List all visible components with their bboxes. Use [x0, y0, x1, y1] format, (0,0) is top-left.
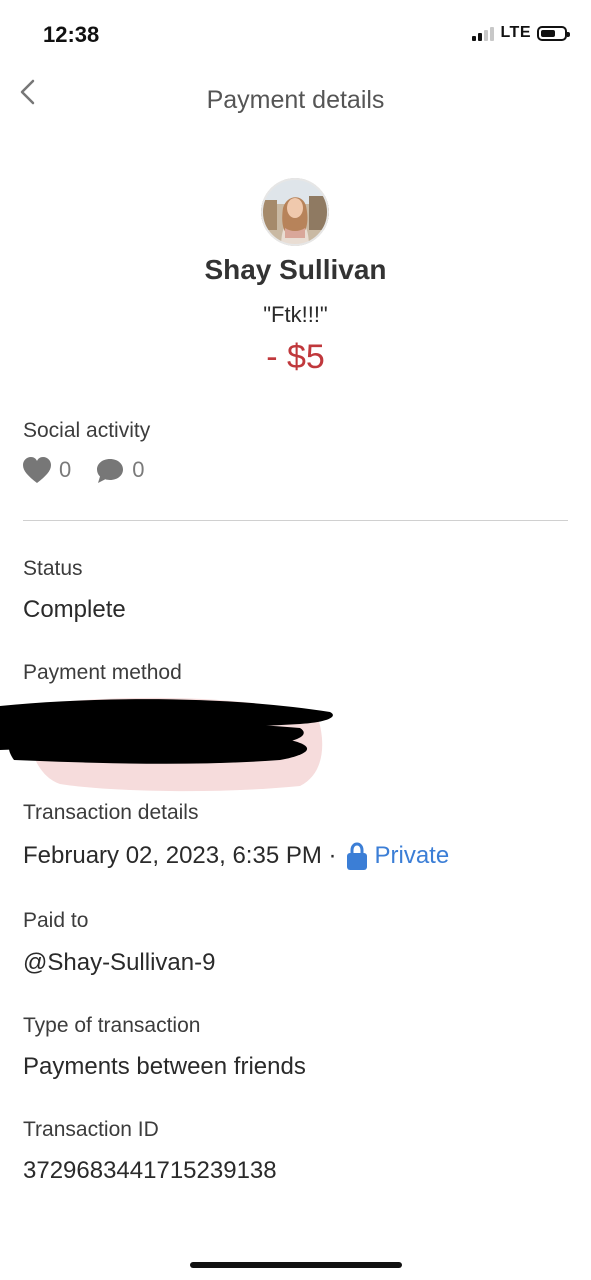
- like-count: 0: [59, 457, 72, 482]
- payment-method-label: Payment method: [23, 661, 182, 684]
- privacy-label: Private: [374, 842, 450, 869]
- transaction-id-label: Transaction ID: [23, 1118, 159, 1141]
- privacy-setting[interactable]: Private: [346, 842, 450, 870]
- heart-icon: [23, 457, 51, 483]
- paid-to-value[interactable]: @Shay-Sullivan-9: [23, 949, 215, 977]
- transaction-details-row: February 02, 2023, 6:35 PM · Private: [23, 842, 449, 870]
- lock-icon: [346, 842, 367, 870]
- transaction-details-label: Transaction details: [23, 801, 199, 824]
- home-indicator[interactable]: [190, 1262, 402, 1268]
- recipient-name[interactable]: Shay Sullivan: [0, 254, 591, 286]
- status-time: 12:38: [43, 22, 100, 47]
- transaction-type-label: Type of transaction: [23, 1014, 201, 1037]
- avatar[interactable]: [261, 178, 329, 246]
- avatar-image: [261, 178, 329, 246]
- network-label: LTE: [500, 24, 531, 41]
- transaction-type-value: Payments between friends: [23, 1053, 306, 1080]
- divider: [23, 520, 568, 521]
- paid-to-label: Paid to: [23, 909, 89, 932]
- social-activity-label: Social activity: [23, 419, 151, 442]
- social-activity-row: 0 0: [22, 456, 169, 484]
- transaction-date: February 02, 2023, 6:35 PM ·: [23, 842, 337, 869]
- battery-icon: [537, 25, 570, 41]
- comment-count: 0: [132, 457, 145, 482]
- payment-note: "Ftk!!!": [263, 302, 328, 327]
- page-title: Payment details: [206, 86, 385, 114]
- status-value: Complete: [23, 596, 126, 623]
- like-button[interactable]: [22, 456, 52, 484]
- redaction-mark: [0, 697, 333, 792]
- status-label: Status: [23, 557, 83, 580]
- payment-amount: - $5: [266, 338, 325, 376]
- comment-icon: [97, 459, 124, 483]
- signal-icon: [472, 25, 495, 41]
- transaction-id-value: 3729683441715239138: [23, 1157, 277, 1184]
- comment-button[interactable]: [95, 456, 125, 484]
- status-indicators: LTE: [472, 24, 570, 42]
